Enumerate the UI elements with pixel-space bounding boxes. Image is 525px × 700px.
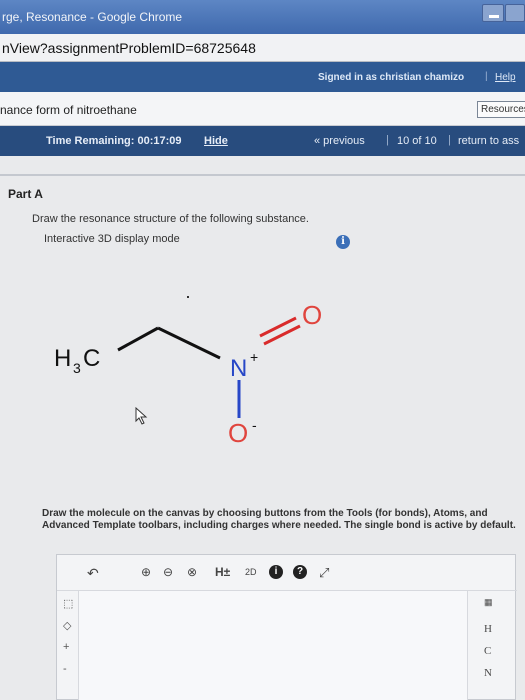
editor-help-icon[interactable]: ? bbox=[293, 565, 307, 579]
n-o-double-bond-2 bbox=[263, 324, 301, 346]
url-text[interactable]: nView?assignmentProblemID=68725648 bbox=[2, 40, 256, 56]
problem-navbar: Time Remaining: 00:17:09 Hide « previous… bbox=[0, 126, 525, 156]
zoom-in-icon[interactable]: ⊕ bbox=[141, 565, 151, 579]
separator: | bbox=[448, 134, 451, 146]
c-c-bond bbox=[117, 326, 159, 352]
c-n-bond bbox=[157, 326, 221, 360]
atom-toolbar: ▦ H C N bbox=[467, 591, 517, 700]
oxygen-double: O bbox=[302, 300, 322, 330]
part-title: Part A bbox=[8, 187, 43, 201]
template-2d-button[interactable]: 2D bbox=[245, 567, 257, 577]
bond-tools: ⬚ ◇ + - bbox=[57, 591, 79, 700]
drawing-canvas[interactable] bbox=[79, 591, 467, 700]
problem-content: Part A Draw the resonance structure of t… bbox=[0, 156, 525, 700]
nitrogen-charge: + bbox=[250, 349, 258, 365]
instruction-text: Draw the resonance structure of the foll… bbox=[32, 213, 309, 225]
drawing-help-text: Draw the molecule on the canvas by choos… bbox=[42, 508, 516, 531]
divider bbox=[0, 174, 525, 176]
nitrogen-atom: N bbox=[230, 355, 247, 382]
atom-n-button[interactable]: N bbox=[484, 667, 492, 679]
molecule-editor: ↶ ⊕ ⊖ ⊗ H± 2D i ? ⤢ ⬚ ◇ + - ▦ H C N bbox=[56, 554, 517, 700]
assignment-name: nance form of nitroethane bbox=[0, 103, 137, 117]
charge-plus-icon[interactable]: + bbox=[63, 641, 69, 653]
editor-toolbar: ↶ ⊕ ⊖ ⊗ H± 2D i ? ⤢ bbox=[57, 555, 517, 591]
atom-h-button[interactable]: H bbox=[484, 623, 492, 635]
charge-minus-icon[interactable]: - bbox=[63, 663, 67, 675]
display-mode-link[interactable]: Interactive 3D display mode bbox=[44, 233, 180, 245]
window-titlebar: rge, Resonance - Google Chrome bbox=[0, 0, 525, 34]
problem-count: 10 of 10 bbox=[397, 135, 437, 147]
separator: | bbox=[485, 71, 488, 82]
zoom-out-icon[interactable]: ⊖ bbox=[163, 565, 173, 579]
resources-button[interactable]: Resources bbox=[477, 101, 525, 118]
maximize-button[interactable] bbox=[505, 4, 525, 22]
separator: | bbox=[386, 134, 389, 146]
mouse-cursor-icon bbox=[135, 407, 148, 425]
oxygen-single: O bbox=[228, 418, 248, 448]
minimize-button[interactable] bbox=[482, 4, 504, 22]
address-bar[interactable]: nView?assignmentProblemID=68725648 bbox=[0, 34, 525, 62]
editor-info-icon[interactable]: i bbox=[269, 565, 283, 579]
undo-icon[interactable]: ↶ bbox=[87, 565, 99, 582]
methyl-subscript: 3 bbox=[73, 360, 81, 376]
help-link[interactable]: Help bbox=[495, 72, 516, 83]
hide-timer-link[interactable]: Hide bbox=[204, 135, 228, 147]
radical-dot: · bbox=[185, 286, 191, 306]
zoom-reset-icon[interactable]: ⊗ bbox=[187, 565, 197, 579]
expand-icon[interactable]: ⤢ bbox=[319, 565, 329, 581]
assignment-title-row: nance form of nitroethane Resources bbox=[0, 92, 525, 126]
minimize-icon bbox=[489, 15, 499, 18]
eraser-tool-icon[interactable]: ◇ bbox=[63, 619, 71, 632]
hydrogen-toggle-button[interactable]: H± bbox=[215, 565, 230, 579]
n-o-double-bond-1 bbox=[259, 316, 297, 338]
atom-c-button[interactable]: C bbox=[484, 645, 491, 657]
methyl-h: H bbox=[54, 345, 71, 372]
oxygen-charge: - bbox=[252, 417, 257, 433]
signed-in-text: Signed in as christian chamizo bbox=[318, 72, 465, 83]
info-icon[interactable]: i bbox=[336, 235, 350, 249]
methyl-c: C bbox=[83, 345, 100, 372]
select-tool-icon[interactable]: ⬚ bbox=[63, 597, 73, 610]
nitroethane-structure: H 3 C · N + O O - bbox=[54, 286, 322, 448]
window-title: rge, Resonance - Google Chrome bbox=[2, 10, 183, 24]
user-strip: Signed in as christian chamizo | Help bbox=[0, 62, 525, 92]
return-link[interactable]: return to ass bbox=[458, 135, 519, 147]
time-remaining: Time Remaining: 00:17:09 bbox=[46, 135, 182, 147]
previous-link[interactable]: « previous bbox=[314, 135, 365, 147]
periodic-table-icon[interactable]: ▦ bbox=[484, 597, 493, 608]
